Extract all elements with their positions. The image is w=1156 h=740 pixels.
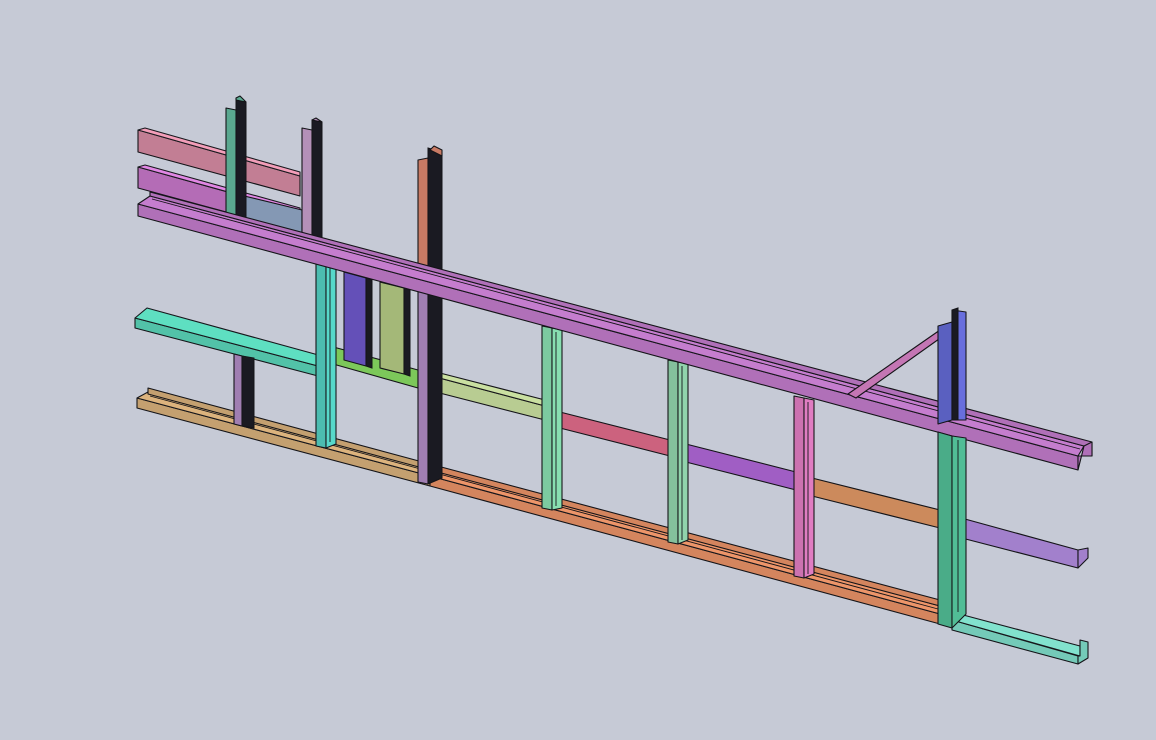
- right-mid-rail[interactable]: [953, 515, 1089, 569]
- nogging-orange[interactable]: [803, 475, 941, 529]
- nogging-red[interactable]: [551, 409, 671, 457]
- stud-green-tall[interactable]: [225, 95, 247, 229]
- right-low-rail[interactable]: [951, 611, 1089, 665]
- block-violet[interactable]: [343, 271, 373, 369]
- stud-lightgreen[interactable]: [667, 359, 689, 545]
- nogging-purple[interactable]: [677, 441, 797, 491]
- steel-frame-model[interactable]: [0, 0, 1156, 740]
- cad-3d-viewport[interactable]: [0, 0, 1156, 740]
- diagonal-brace[interactable]: [847, 329, 947, 399]
- stud-lavender[interactable]: [233, 353, 255, 429]
- block-olive[interactable]: [379, 281, 411, 377]
- stud-salmon[interactable]: [417, 145, 443, 485]
- stud-teal[interactable]: [937, 431, 967, 629]
- stud-pink[interactable]: [793, 395, 815, 579]
- stud-purple-tall[interactable]: [301, 117, 323, 249]
- stud-blue[interactable]: [937, 307, 967, 425]
- bottom-track-left[interactable]: [136, 387, 431, 487]
- stud-mint[interactable]: [541, 325, 563, 511]
- stud-cyan[interactable]: [315, 261, 337, 449]
- nogging-light[interactable]: [427, 371, 546, 421]
- mid-left-rail[interactable]: [134, 307, 323, 377]
